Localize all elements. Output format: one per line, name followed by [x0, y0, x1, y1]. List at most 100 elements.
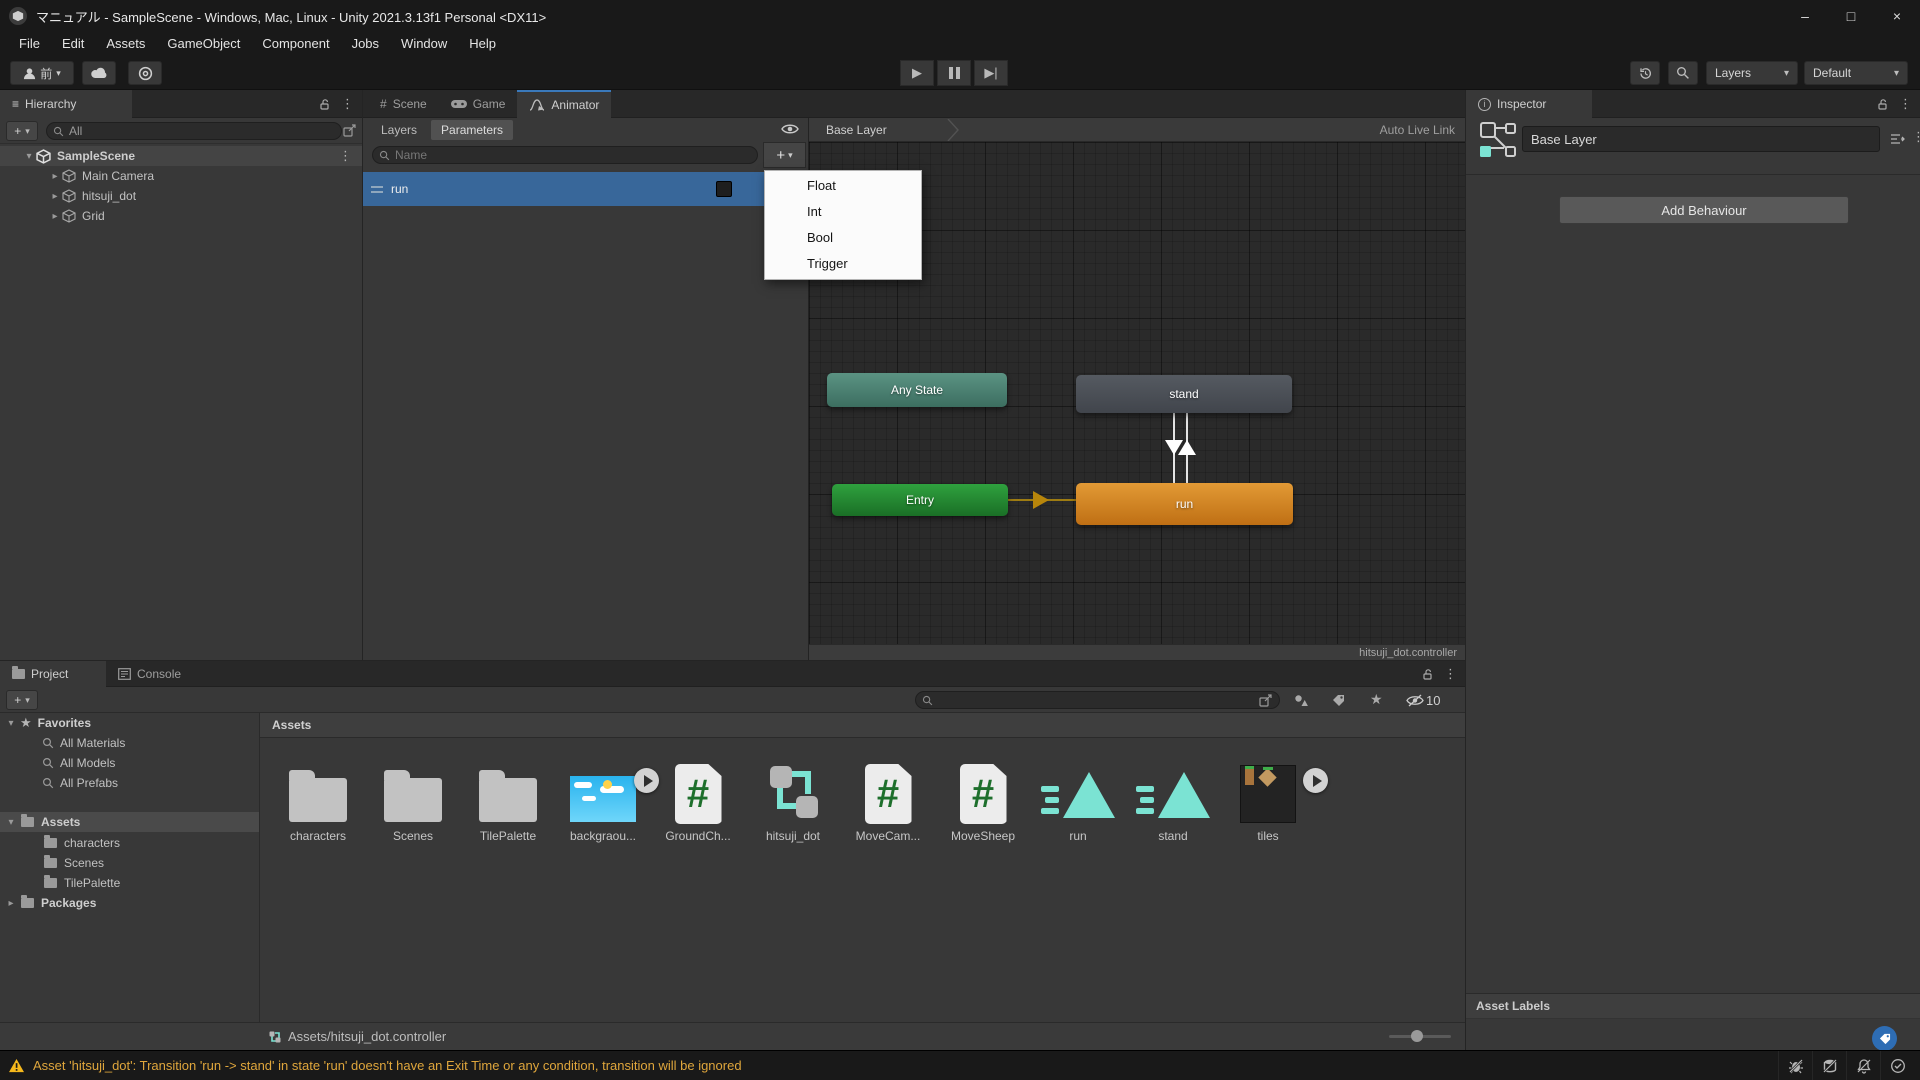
cloud-button[interactable] — [82, 61, 116, 85]
menu-gameobject[interactable]: GameObject — [156, 34, 251, 53]
asset-stand-animation[interactable]: stand — [1127, 746, 1219, 843]
layers-dropdown[interactable]: Layers ▾ — [1706, 61, 1798, 85]
tab-animator[interactable]: Animator — [517, 90, 612, 118]
add-dropdown-button[interactable]: + ▾ — [6, 121, 38, 141]
kebab-icon[interactable]: ⋮ — [1912, 129, 1920, 145]
menu-jobs[interactable]: Jobs — [341, 34, 390, 53]
menu-component[interactable]: Component — [251, 34, 340, 53]
eye-icon[interactable] — [781, 123, 799, 135]
parameter-search-input[interactable] — [395, 148, 751, 162]
tab-scene[interactable]: # Scene — [368, 90, 439, 118]
add-dropdown-button[interactable]: + ▾ — [6, 690, 38, 710]
warning-message[interactable]: Asset 'hitsuji_dot': Transition 'run -> … — [33, 1058, 742, 1073]
kebab-icon[interactable]: ⋮ — [341, 96, 354, 112]
hierarchy-search[interactable] — [46, 122, 342, 140]
hierarchy-item-grid[interactable]: ▸ Grid — [0, 206, 362, 226]
hierarchy-item-hitsuji-dot[interactable]: ▸ hitsuji_dot — [0, 186, 362, 206]
tab-game[interactable]: Game — [439, 90, 518, 118]
state-node-run[interactable]: run — [1076, 483, 1293, 525]
parameter-bool-checkbox[interactable] — [716, 181, 732, 197]
plastic-scm-button[interactable] — [128, 61, 162, 85]
pick-object-icon[interactable] — [343, 124, 357, 137]
hierarchy-item-main-camera[interactable]: ▸ Main Camera — [0, 166, 362, 186]
foldout-open-icon[interactable]: ▾ — [4, 817, 18, 828]
step-button[interactable]: ▶| — [974, 60, 1008, 86]
asset-run-animation[interactable]: run — [1032, 746, 1124, 843]
lock-icon[interactable] — [1422, 668, 1434, 680]
play-badge-icon[interactable] — [1303, 768, 1328, 793]
drag-handle-icon[interactable] — [371, 185, 383, 193]
menu-window[interactable]: Window — [390, 34, 458, 53]
state-node-stand[interactable]: stand — [1076, 375, 1292, 413]
menu-item-trigger[interactable]: Trigger — [765, 251, 921, 277]
state-node-entry[interactable]: Entry — [832, 484, 1008, 516]
tree-tilepalette[interactable]: TilePalette — [0, 873, 259, 893]
play-button[interactable]: ▶ — [900, 60, 934, 86]
tree-favorites[interactable]: ▾ ★ Favorites — [0, 713, 259, 733]
asset-characters[interactable]: characters — [272, 746, 364, 843]
menu-item-float[interactable]: Float — [765, 173, 921, 199]
tab-project[interactable]: Project — [0, 661, 106, 687]
kebab-icon[interactable]: ⋮ — [1899, 96, 1912, 112]
foldout-closed-icon[interactable]: ▸ — [48, 211, 62, 222]
layer-name-field[interactable] — [1522, 126, 1880, 152]
asset-movecamera[interactable]: # MoveCam... — [842, 746, 934, 843]
tree-all-materials[interactable]: All Materials — [0, 733, 259, 753]
menu-assets[interactable]: Assets — [95, 34, 156, 53]
undo-history-button[interactable] — [1630, 61, 1660, 85]
foldout-open-icon[interactable]: ▾ — [22, 151, 36, 162]
asset-backgraound[interactable]: backgraou... — [557, 746, 659, 843]
progress-ok-icon[interactable] — [1880, 1051, 1914, 1080]
minimize-button[interactable]: – — [1782, 0, 1828, 32]
hierarchy-search-input[interactable] — [69, 124, 335, 138]
add-parameter-button[interactable]: + ▾ — [763, 142, 806, 168]
menu-edit[interactable]: Edit — [51, 34, 95, 53]
debugger-disabled-icon[interactable] — [1778, 1051, 1812, 1080]
asset-movesheep[interactable]: # MoveSheep — [937, 746, 1029, 843]
asset-tiles[interactable]: tiles — [1222, 746, 1328, 843]
foldout-closed-icon[interactable]: ▸ — [48, 191, 62, 202]
menu-help[interactable]: Help — [458, 34, 507, 53]
auto-live-link-button[interactable]: Auto Live Link — [1380, 123, 1455, 137]
tab-hierarchy[interactable]: ≡ Hierarchy — [0, 90, 132, 118]
filter-by-type-icon[interactable] — [1294, 693, 1309, 707]
hidden-packages-toggle[interactable]: 10 — [1406, 693, 1440, 708]
lock-icon[interactable] — [319, 98, 331, 110]
lock-icon[interactable] — [1877, 98, 1889, 110]
menu-file[interactable]: File — [8, 34, 51, 53]
project-search-input[interactable] — [938, 693, 1254, 707]
asset-hitsuji-dot-controller[interactable]: hitsuji_dot — [747, 746, 839, 843]
foldout-open-icon[interactable]: ▾ — [4, 718, 18, 729]
breadcrumb-base-layer[interactable]: Base Layer — [826, 123, 887, 137]
maximize-button[interactable]: □ — [1828, 0, 1874, 32]
foldout-closed-icon[interactable]: ▸ — [48, 171, 62, 182]
filter-by-label-icon[interactable] — [1332, 694, 1345, 707]
status-bar[interactable]: Asset 'hitsuji_dot': Transition 'run -> … — [0, 1050, 1920, 1080]
asset-groundcheck[interactable]: # GroundCh... — [652, 746, 744, 843]
tree-all-prefabs[interactable]: All Prefabs — [0, 773, 259, 793]
tree-scenes[interactable]: Scenes — [0, 853, 259, 873]
tab-parameters[interactable]: Parameters — [431, 120, 514, 140]
pause-button[interactable] — [937, 60, 971, 86]
menu-item-int[interactable]: Int — [765, 199, 921, 225]
pick-search-icon[interactable] — [1259, 693, 1273, 707]
cache-server-disabled-icon[interactable] — [1812, 1051, 1846, 1080]
state-node-any-state[interactable]: Any State — [827, 373, 1007, 407]
slider-knob[interactable] — [1411, 1030, 1423, 1042]
tree-characters[interactable]: characters — [0, 833, 259, 853]
presets-icon[interactable] — [1890, 132, 1905, 145]
tree-assets[interactable]: ▾ Assets — [0, 812, 259, 832]
tab-inspector[interactable]: i Inspector — [1466, 90, 1592, 118]
kebab-icon[interactable]: ⋮ — [1444, 666, 1457, 682]
favorites-star-icon[interactable]: ★ — [1370, 691, 1383, 708]
project-search[interactable] — [915, 691, 1280, 709]
foldout-closed-icon[interactable]: ▸ — [4, 898, 18, 909]
tab-console[interactable]: Console — [106, 661, 193, 687]
asset-scenes[interactable]: Scenes — [367, 746, 459, 843]
tree-packages[interactable]: ▸ Packages — [0, 893, 259, 913]
asset-label-tag-button[interactable] — [1872, 1026, 1897, 1051]
thumbnail-zoom-slider[interactable] — [1389, 1030, 1451, 1042]
search-toolbar-button[interactable] — [1668, 61, 1698, 85]
account-button[interactable]: 前 ▾ — [10, 61, 74, 85]
add-behaviour-button[interactable]: Add Behaviour — [1559, 196, 1849, 224]
